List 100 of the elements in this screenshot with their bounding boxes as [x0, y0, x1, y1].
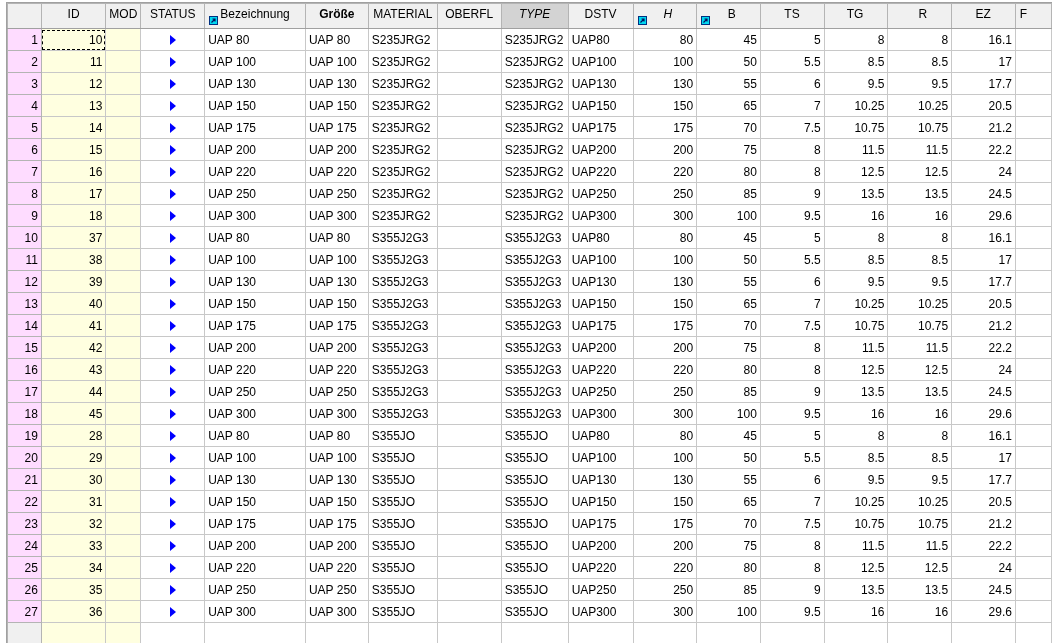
table-cell: 12.5: [824, 358, 888, 381]
table-cell: 12.5: [887, 358, 952, 381]
table-cell: 8: [760, 160, 825, 183]
row-header[interactable]: 10: [7, 226, 42, 249]
table-cell: 70: [696, 512, 761, 535]
table-cell: S235JRG2: [368, 116, 438, 139]
triangle-icon: [169, 255, 176, 266]
column-header[interactable]: H: [633, 3, 697, 29]
triangle-icon: [169, 211, 176, 222]
row-header[interactable]: 3: [7, 72, 42, 95]
table-cell: UAP100: [568, 248, 633, 271]
row-header[interactable]: 20: [7, 446, 42, 469]
table-cell: 175: [633, 512, 697, 535]
table-cell: UAP 175: [204, 512, 306, 535]
column-header[interactable]: Größe: [305, 3, 369, 29]
table-cell: 45: [696, 226, 761, 249]
table-cell: 29.6: [951, 204, 1016, 227]
table-cell: S235JRG2: [501, 50, 569, 73]
row-header[interactable]: 16: [7, 358, 42, 381]
table-cell: UAP 100: [305, 248, 369, 271]
table-cell: 17: [951, 446, 1016, 469]
triangle-icon: [169, 35, 176, 46]
table-cell: UAP 100: [305, 50, 369, 73]
row-header[interactable]: 6: [7, 138, 42, 161]
table-cell: UAP 100: [305, 446, 369, 469]
row-header[interactable]: 2: [7, 50, 42, 73]
column-header[interactable]: Bezeichnung: [204, 3, 306, 29]
row-header[interactable]: 18: [7, 402, 42, 425]
row-header[interactable]: 11: [7, 248, 42, 271]
table-cell: UAP 130: [204, 72, 306, 95]
table-cell: UAP250: [568, 182, 633, 205]
table-cell: UAP 250: [305, 182, 369, 205]
table-cell: 22.2: [951, 138, 1016, 161]
table-cell: 21.2: [951, 512, 1016, 535]
column-header[interactable]: EZ: [951, 3, 1016, 29]
column-header[interactable]: MATERIAL: [368, 3, 438, 29]
row-header[interactable]: 9: [7, 204, 42, 227]
table-cell: S235JRG2: [368, 94, 438, 117]
table-cell: 9: [760, 182, 825, 205]
table-cell: 9.5: [760, 402, 825, 425]
column-header[interactable]: F: [1015, 3, 1052, 29]
table-cell: 24: [951, 160, 1016, 183]
column-header[interactable]: OBERFL: [437, 3, 502, 29]
triangle-icon: [169, 585, 176, 596]
row-header[interactable]: 21: [7, 468, 42, 491]
column-header[interactable]: MOD: [105, 3, 141, 29]
column-header[interactable]: TYPE: [501, 3, 569, 29]
row-header[interactable]: 7: [7, 160, 42, 183]
column-header[interactable]: B: [696, 3, 761, 29]
row-header[interactable]: 24: [7, 534, 42, 557]
table-cell: UAP300: [568, 402, 633, 425]
row-header[interactable]: 1: [7, 28, 42, 51]
table-cell: 8: [760, 534, 825, 557]
table-cell: 10.75: [824, 512, 888, 535]
table-cell: 9.5: [824, 270, 888, 293]
column-header[interactable]: TS: [760, 3, 825, 29]
row-header[interactable]: 19: [7, 424, 42, 447]
column-header[interactable]: DSTV: [568, 3, 633, 29]
table-cell: 5.5: [760, 446, 825, 469]
row-header[interactable]: 15: [7, 336, 42, 359]
table-cell: 70: [696, 116, 761, 139]
triangle-icon: [169, 299, 176, 310]
row-header[interactable]: 23: [7, 512, 42, 535]
row-header[interactable]: 27: [7, 600, 42, 623]
table-cell: 10.25: [824, 94, 888, 117]
row-header[interactable]: 13: [7, 292, 42, 315]
table-cell: 85: [696, 182, 761, 205]
table-cell: S235JRG2: [368, 204, 438, 227]
table-cell: 45: [696, 424, 761, 447]
table-cell: 50: [696, 446, 761, 469]
table-cell: 9.5: [887, 270, 952, 293]
table-cell: S355JO: [501, 578, 569, 601]
row-header[interactable]: 26: [7, 578, 42, 601]
table-cell: S355JO: [368, 534, 438, 557]
table-cell: S355J2G3: [501, 358, 569, 381]
table-cell: UAP 220: [305, 160, 369, 183]
table-cell: 100: [696, 204, 761, 227]
row-header[interactable]: 14: [7, 314, 42, 337]
row-header[interactable]: 22: [7, 490, 42, 513]
table-cell: 5: [760, 226, 825, 249]
table-cell: S355JO: [501, 468, 569, 491]
row-header[interactable]: 12: [7, 270, 42, 293]
column-header[interactable]: ID: [41, 3, 106, 29]
table-cell: UAP 175: [204, 116, 306, 139]
triangle-icon: [169, 607, 176, 618]
table-cell: 10.75: [824, 314, 888, 337]
row-header[interactable]: 4: [7, 94, 42, 117]
column-header[interactable]: STATUS: [140, 3, 205, 29]
table-cell: UAP200: [568, 138, 633, 161]
table-cell: 22.2: [951, 336, 1016, 359]
row-header[interactable]: 17: [7, 380, 42, 403]
table-cell: 6: [760, 72, 825, 95]
row-header[interactable]: 8: [7, 182, 42, 205]
column-header[interactable]: R: [887, 3, 952, 29]
row-header[interactable]: 25: [7, 556, 42, 579]
triangle-icon: [169, 233, 176, 244]
row-header[interactable]: 5: [7, 116, 42, 139]
column-header[interactable]: TG: [824, 3, 888, 29]
table-cell: 100: [633, 446, 697, 469]
table-cell: 13.5: [824, 578, 888, 601]
